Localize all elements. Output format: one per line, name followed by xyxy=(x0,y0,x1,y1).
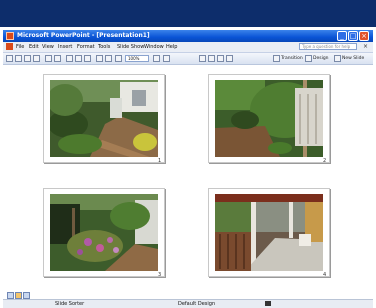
normal-view-icon[interactable] xyxy=(7,292,14,299)
undo-icon[interactable] xyxy=(96,55,103,62)
print-preview-icon[interactable] xyxy=(54,55,61,62)
slide-thumbnail-3[interactable]: 3 xyxy=(43,188,165,278)
help-icon[interactable] xyxy=(153,55,160,62)
document-icon xyxy=(6,43,13,50)
zoom-select[interactable]: 100% xyxy=(125,55,149,62)
save-icon[interactable] xyxy=(24,55,31,62)
slide-thumbnail-1[interactable]: 1 xyxy=(43,74,165,164)
standard-toolbar: 100% Transition Design New Slide xyxy=(3,53,373,65)
design-button[interactable]: Design xyxy=(313,55,329,62)
slide-number: 1 xyxy=(158,158,162,164)
powerpoint-window: Microsoft PowerPoint - [Presentation1] _… xyxy=(3,30,373,308)
redo-icon[interactable] xyxy=(105,55,112,62)
window-title: Microsoft PowerPoint - [Presentation1] xyxy=(17,32,150,39)
view-buttons xyxy=(7,292,33,299)
design-icon[interactable] xyxy=(305,55,312,62)
menu-file[interactable]: File xyxy=(16,43,24,51)
minimize-button[interactable]: _ xyxy=(337,31,347,41)
slide-number: 2 xyxy=(323,158,327,164)
expand-all-icon[interactable] xyxy=(163,55,170,62)
menu-edit[interactable]: Edit xyxy=(29,43,39,51)
slide-sorter-pane: 1 2 3 4 xyxy=(3,65,373,291)
top-band xyxy=(0,0,376,27)
insert-chart-icon[interactable] xyxy=(115,55,122,62)
copy-icon[interactable] xyxy=(75,55,82,62)
menu-window[interactable]: Window xyxy=(144,43,164,51)
ask-question-input[interactable]: Type a question for help xyxy=(299,43,357,50)
new-slide-icon[interactable] xyxy=(334,55,341,62)
rehearse-timings-icon[interactable] xyxy=(226,55,233,62)
slide-sorter-view-icon[interactable] xyxy=(15,292,22,299)
new-slide-button[interactable]: New Slide xyxy=(342,55,364,62)
powerpoint-icon xyxy=(6,32,14,40)
permission-icon[interactable] xyxy=(33,55,40,62)
close-document-icon[interactable]: × xyxy=(363,42,368,51)
menu-view[interactable]: View xyxy=(42,43,54,51)
paste-icon[interactable] xyxy=(84,55,91,62)
slide-thumbnail-4[interactable]: 4 xyxy=(208,188,330,278)
summary-slide-icon[interactable] xyxy=(199,55,206,62)
menu-help[interactable]: Help xyxy=(166,43,177,51)
menu-tools[interactable]: Tools xyxy=(98,43,110,51)
menu-slide-show[interactable]: Slide Show xyxy=(117,43,144,51)
spelling-icon xyxy=(265,301,271,306)
slide-thumbnail-2[interactable]: 2 xyxy=(208,74,330,164)
desktop: Microsoft PowerPoint - [Presentation1] _… xyxy=(0,0,376,308)
menu-format[interactable]: Format xyxy=(77,43,95,51)
slide-number: 3 xyxy=(158,272,162,278)
transition-button[interactable]: Transition xyxy=(281,55,303,62)
title-bar: Microsoft PowerPoint - [Presentation1] _… xyxy=(3,30,373,42)
maximize-button[interactable]: □ xyxy=(348,31,358,41)
status-design: Default Design xyxy=(178,301,216,307)
cut-icon[interactable] xyxy=(66,55,73,62)
close-button[interactable]: × xyxy=(359,31,369,41)
transition-icon[interactable] xyxy=(273,55,280,62)
slide-show-view-icon[interactable] xyxy=(23,292,30,299)
slide-number: 4 xyxy=(323,272,327,278)
status-view: Slide Sorter xyxy=(55,301,85,307)
flower-bed-photo xyxy=(50,194,158,271)
speaker-notes-icon[interactable] xyxy=(208,55,215,62)
garden-path-photo xyxy=(50,80,158,157)
garden-gate-photo xyxy=(215,80,323,157)
open-icon[interactable] xyxy=(15,55,22,62)
hide-slide-icon[interactable] xyxy=(217,55,224,62)
new-icon[interactable] xyxy=(6,55,13,62)
porch-photo xyxy=(215,194,323,271)
print-icon[interactable] xyxy=(45,55,52,62)
menu-insert[interactable]: Insert xyxy=(58,43,72,51)
menu-bar: File Edit View Insert Format Tools Slide… xyxy=(3,42,373,53)
